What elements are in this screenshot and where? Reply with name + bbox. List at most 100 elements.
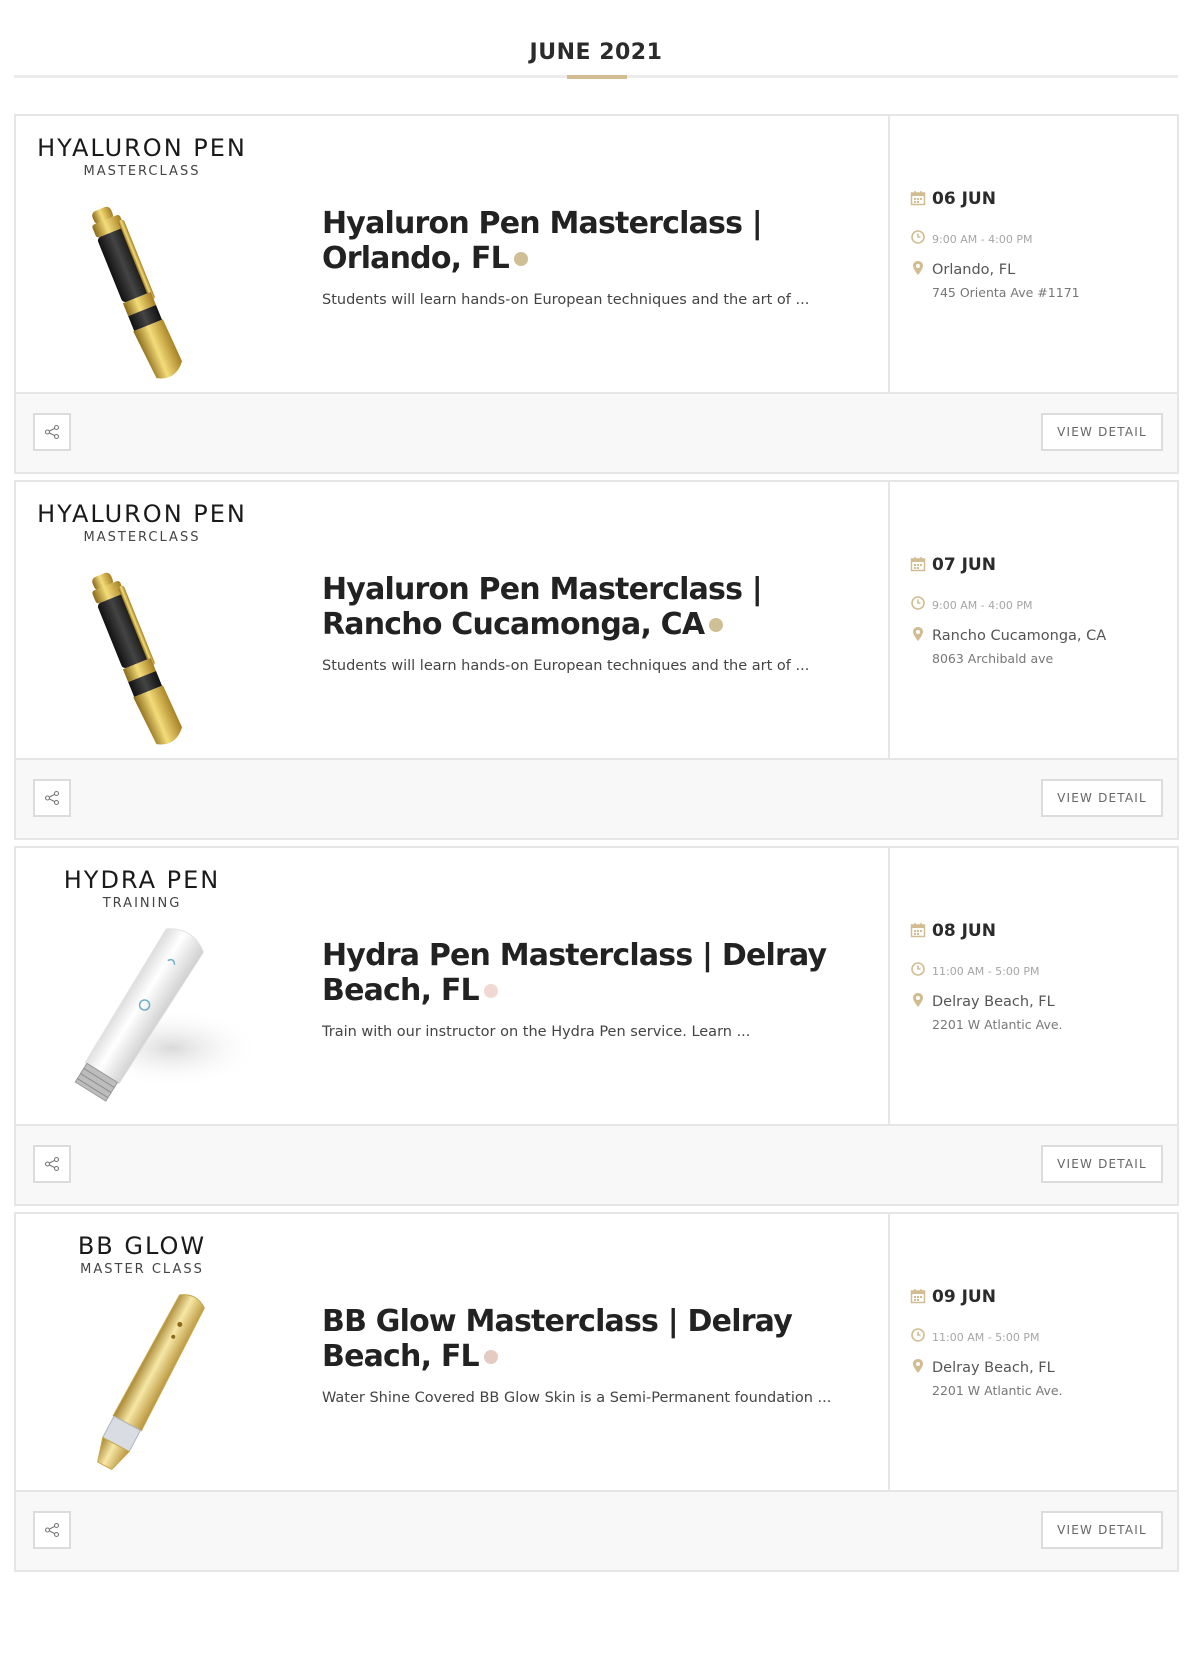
view-detail-button[interactable]: VIEW DETAIL — [1041, 779, 1163, 817]
month-header: JUNE 2021 — [14, 0, 1178, 80]
event-card-footer: VIEW DETAIL — [16, 1126, 1177, 1204]
view-detail-button[interactable]: VIEW DETAIL — [1041, 1145, 1163, 1183]
event-info: Hydra Pen Masterclass | Delray Beach, FL… — [322, 848, 862, 1126]
event-logo-title: HYALURON PEN — [37, 500, 247, 528]
clock-icon — [910, 595, 926, 611]
event-meta: 08 JUN 11:00 AM - 5:00 PM Delray Beach, … — [888, 848, 1177, 1126]
clock-icon — [910, 229, 926, 245]
map-pin-icon — [910, 260, 926, 276]
gold-black-pen-icon — [92, 572, 183, 745]
event-logo-subtitle: MASTERCLASS — [83, 530, 201, 545]
event-title[interactable]: Hydra Pen Masterclass | Delray Beach, FL — [322, 938, 852, 1008]
event-logo-subtitle: MASTERCLASS — [83, 164, 201, 179]
calendar-icon — [910, 190, 926, 206]
map-pin-icon — [910, 626, 926, 642]
event-image[interactable]: HYDRA PEN TRAINING — [22, 854, 262, 1120]
event-time: 11:00 AM - 5:00 PM — [910, 1327, 1040, 1344]
event-card: HYDRA PEN TRAINING Hydra Pen Masterclass… — [14, 846, 1179, 1206]
calendar-icon — [910, 1288, 926, 1304]
event-title[interactable]: BB Glow Masterclass | Delray Beach, FL — [322, 1304, 852, 1374]
event-date-text: 08 JUN — [932, 921, 996, 941]
event-meta: 09 JUN 11:00 AM - 5:00 PM Delray Beach, … — [888, 1214, 1177, 1492]
event-card-footer: VIEW DETAIL — [16, 760, 1177, 838]
event-time-text: 11:00 AM - 5:00 PM — [932, 965, 1040, 978]
map-pin-icon — [910, 992, 926, 1008]
category-dot — [513, 252, 528, 266]
event-city-text: Delray Beach, FL — [932, 994, 1055, 1010]
category-dot — [483, 1350, 498, 1364]
event-logo-subtitle: TRAINING — [102, 896, 182, 911]
event-address: 745 Orienta Ave #1171 — [932, 285, 1080, 300]
event-card-footer: VIEW DETAIL — [16, 1492, 1177, 1570]
event-logo-title: BB GLOW — [77, 1232, 207, 1260]
clock-icon — [910, 1327, 926, 1343]
month-divider-accent — [567, 75, 627, 79]
event-time: 9:00 AM - 4:00 PM — [910, 595, 1033, 612]
event-date-text: 09 JUN — [932, 1287, 996, 1307]
gold-black-pen-icon — [92, 206, 183, 379]
view-detail-button[interactable]: VIEW DETAIL — [1041, 413, 1163, 451]
month-title: JUNE 2021 — [529, 40, 663, 65]
event-title-text[interactable]: Hyaluron Pen Masterclass | Orlando, FL — [322, 206, 763, 276]
event-title[interactable]: Hyaluron Pen Masterclass | Rancho Cucamo… — [322, 572, 852, 642]
share-button[interactable] — [33, 1145, 71, 1183]
event-card: BB GLOW MASTER CLASS BB Glow Masterclass… — [14, 1212, 1179, 1572]
event-description: Students will learn hands-on European te… — [322, 292, 810, 308]
event-title-text[interactable]: BB Glow Masterclass | Delray Beach, FL — [322, 1304, 793, 1374]
event-location: Rancho Cucamonga, CA — [910, 626, 1106, 644]
event-card-body: BB GLOW MASTER CLASS BB Glow Masterclass… — [16, 1214, 1177, 1492]
event-date: 09 JUN — [910, 1287, 996, 1307]
event-image[interactable]: HYALURON PEN MASTERCLASS — [22, 488, 262, 754]
share-icon — [44, 424, 60, 440]
event-card: HYALURON PEN MASTERCLASS Hyaluron Pen Ma… — [14, 114, 1179, 474]
white-hydra-pen-icon — [74, 928, 262, 1102]
event-date: 08 JUN — [910, 921, 996, 941]
event-meta: 07 JUN 9:00 AM - 4:00 PM Rancho Cucamong… — [888, 482, 1177, 760]
event-title[interactable]: Hyaluron Pen Masterclass | Orlando, FL — [322, 206, 852, 276]
category-dot — [483, 984, 498, 998]
share-button[interactable] — [33, 1511, 71, 1549]
event-date-text: 06 JUN — [932, 189, 996, 209]
event-title-text[interactable]: Hyaluron Pen Masterclass | Rancho Cucamo… — [322, 572, 763, 642]
event-date: 07 JUN — [910, 555, 996, 575]
view-detail-button[interactable]: VIEW DETAIL — [1041, 1511, 1163, 1549]
calendar-icon — [910, 922, 926, 938]
event-location: Delray Beach, FL — [910, 992, 1055, 1010]
event-time: 9:00 AM - 4:00 PM — [910, 229, 1033, 246]
event-location: Orlando, FL — [910, 260, 1015, 278]
event-date: 06 JUN — [910, 189, 996, 209]
event-image[interactable]: BB GLOW MASTER CLASS — [22, 1220, 262, 1486]
share-button[interactable] — [33, 779, 71, 817]
event-city-text: Orlando, FL — [932, 262, 1016, 278]
event-city-text: Rancho Cucamonga, CA — [932, 628, 1107, 644]
event-logo-title: HYDRA PEN — [63, 866, 221, 894]
event-meta: 06 JUN 9:00 AM - 4:00 PM Orlando, FL 745… — [888, 116, 1177, 394]
map-pin-icon — [910, 1358, 926, 1374]
event-info: BB Glow Masterclass | Delray Beach, FL W… — [322, 1214, 862, 1492]
share-icon — [44, 790, 60, 806]
event-description: Train with our instructor on the Hydra P… — [322, 1024, 751, 1040]
event-address: 8063 Archibald ave — [932, 651, 1054, 666]
event-info: Hyaluron Pen Masterclass | Rancho Cucamo… — [322, 482, 862, 760]
event-card-body: HYALURON PEN MASTERCLASS Hyaluron Pen Ma… — [16, 482, 1177, 760]
event-card-body: HYALURON PEN MASTERCLASS Hyaluron Pen Ma… — [16, 116, 1177, 394]
event-location: Delray Beach, FL — [910, 1358, 1055, 1376]
event-time-text: 11:00 AM - 5:00 PM — [932, 1331, 1040, 1344]
category-dot — [709, 618, 724, 632]
calendar-icon — [910, 556, 926, 572]
share-icon — [44, 1522, 60, 1538]
event-description: Students will learn hands-on European te… — [322, 658, 810, 674]
event-image[interactable]: HYALURON PEN MASTERCLASS — [22, 122, 262, 388]
event-time: 11:00 AM - 5:00 PM — [910, 961, 1040, 978]
event-description: Water Shine Covered BB Glow Skin is a Se… — [322, 1390, 832, 1406]
event-city-text: Delray Beach, FL — [932, 1360, 1055, 1376]
event-card-footer: VIEW DETAIL — [16, 394, 1177, 472]
event-title-text[interactable]: Hydra Pen Masterclass | Delray Beach, FL — [322, 938, 827, 1008]
event-time-text: 9:00 AM - 4:00 PM — [932, 233, 1033, 246]
event-logo-subtitle: MASTER CLASS — [80, 1262, 204, 1277]
share-button[interactable] — [33, 413, 71, 451]
event-time-text: 9:00 AM - 4:00 PM — [932, 599, 1033, 612]
clock-icon — [910, 961, 926, 977]
event-info: Hyaluron Pen Masterclass | Orlando, FL S… — [322, 116, 862, 394]
event-address: 2201 W Atlantic Ave. — [932, 1383, 1063, 1398]
